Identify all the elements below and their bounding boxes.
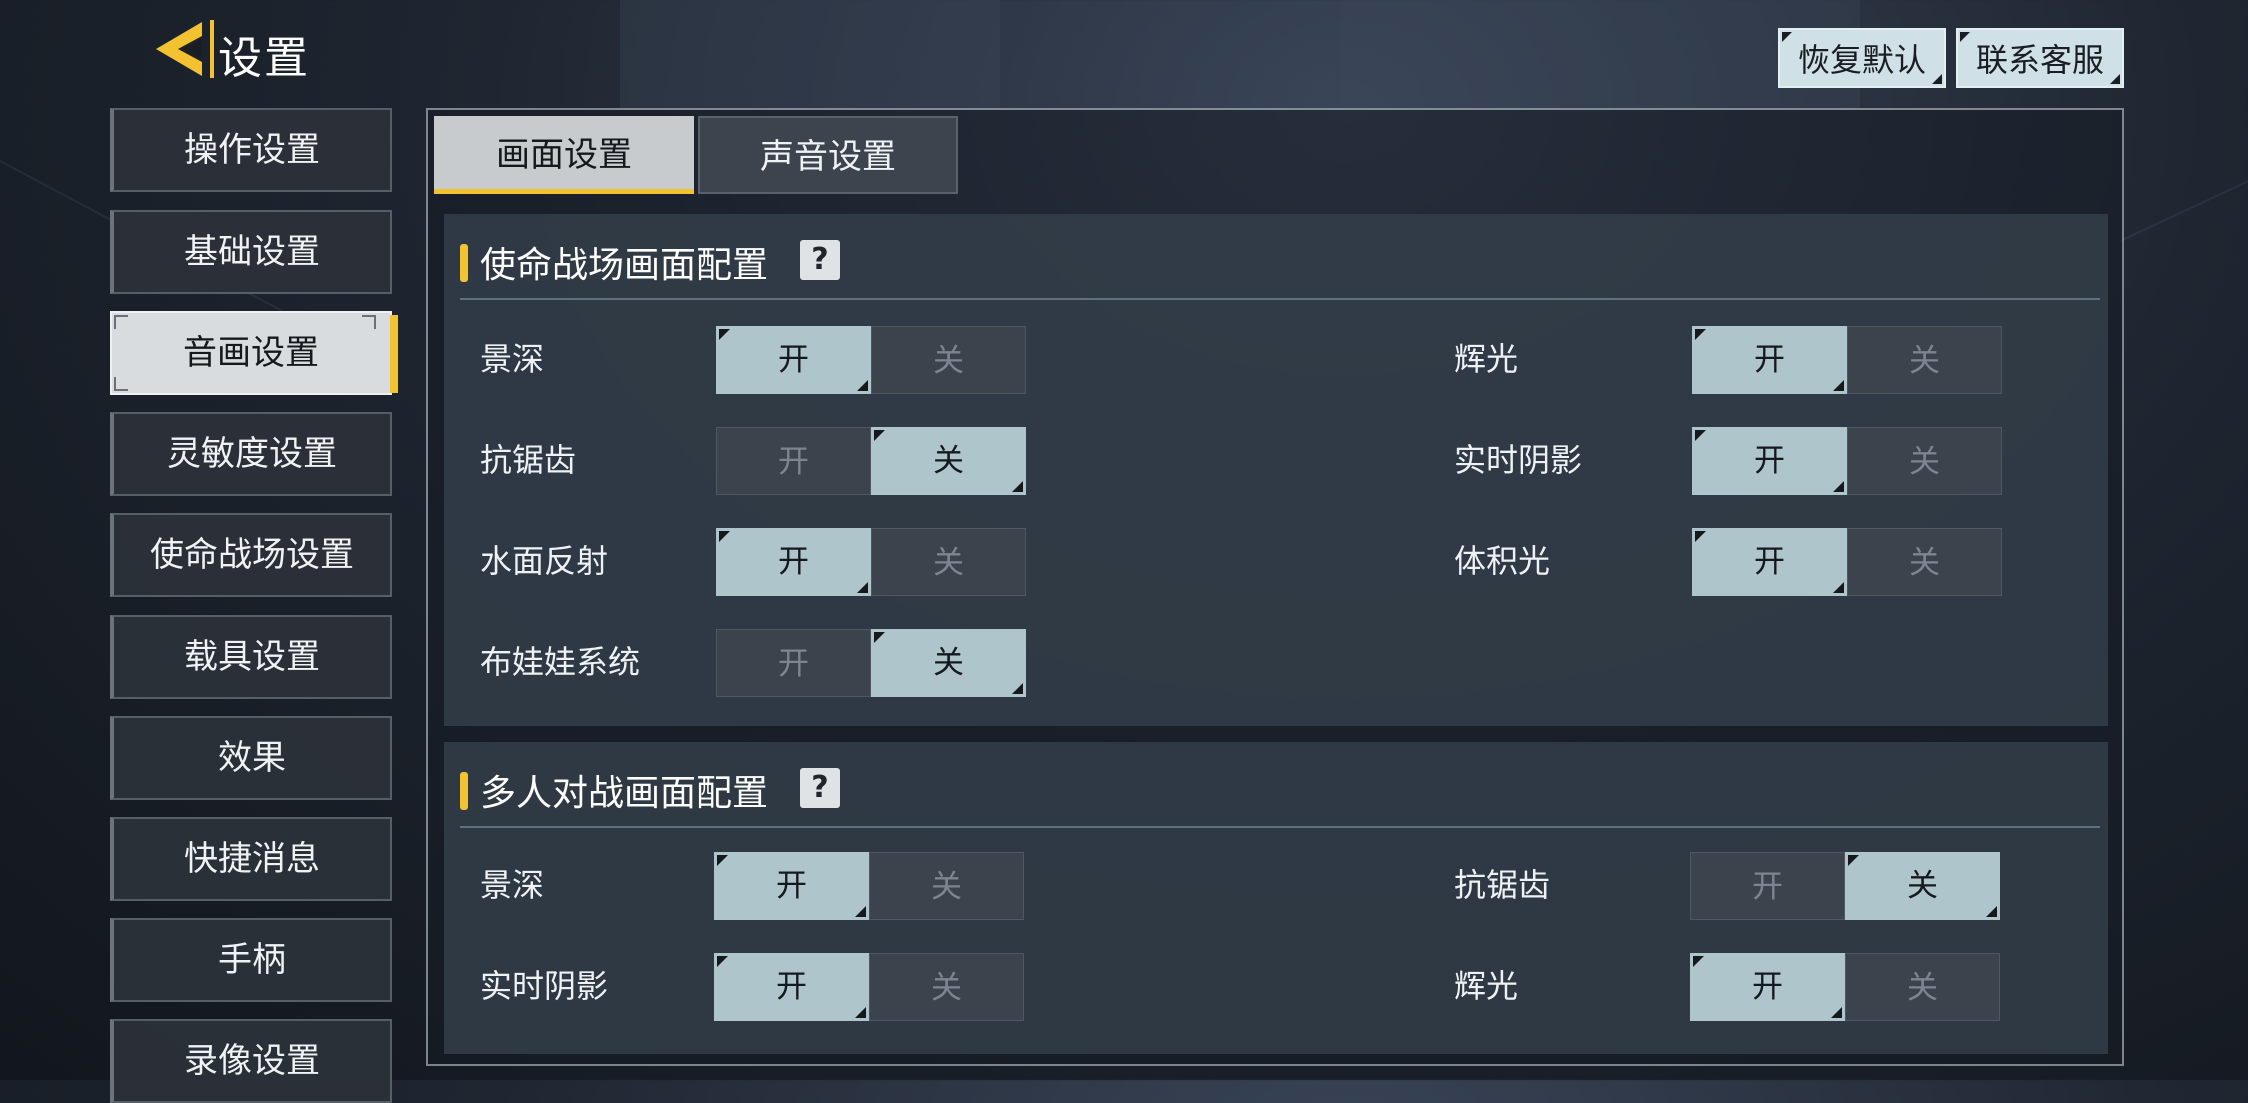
setting-label-realtime-shadow: 实时阴影 xyxy=(1454,441,1583,479)
toggle-water-reflection: 开 关 xyxy=(716,528,1026,596)
setting-label-realtime-shadow: 实时阴影 xyxy=(480,967,609,1005)
sidebar-item-controller[interactable]: 手柄 xyxy=(110,918,392,1002)
sidebar-item-sensitivity[interactable]: 灵敏度设置 xyxy=(110,412,392,496)
toggle-on-option[interactable]: 开 xyxy=(714,852,869,920)
setting-label-volumetric-light: 体积光 xyxy=(1454,542,1551,580)
back-arrow-icon[interactable] xyxy=(150,18,214,80)
toggle-realtime-shadow: 开 关 xyxy=(714,953,1024,1021)
toggle-off-option[interactable]: 关 xyxy=(871,326,1026,394)
toggle-bloom: 开 关 xyxy=(1692,326,2002,394)
sidebar-item-battle-royale[interactable]: 使命战场设置 xyxy=(110,513,392,597)
toggle-on-option[interactable]: 开 xyxy=(1692,427,1847,495)
setting-label-depth-of-field: 景深 xyxy=(480,866,545,904)
tab-sound[interactable]: 声音设置 xyxy=(698,116,958,194)
sidebar-item-audio-video[interactable]: 音画设置 xyxy=(110,311,398,395)
sidebar-item-label: 音画设置 xyxy=(183,333,319,373)
help-icon[interactable]: ? xyxy=(800,768,840,808)
toggle-off-option[interactable]: 关 xyxy=(871,427,1026,495)
toggle-on-option[interactable]: 开 xyxy=(716,427,871,495)
toggle-off-option[interactable]: 关 xyxy=(1847,427,2002,495)
setting-label-bloom: 辉光 xyxy=(1454,967,1519,1005)
help-icon[interactable]: ? xyxy=(800,240,840,280)
active-indicator xyxy=(390,315,398,393)
sidebar-item-recording[interactable]: 录像设置 xyxy=(110,1019,392,1103)
sidebar-item-vehicle[interactable]: 载具设置 xyxy=(110,615,392,699)
sidebar-item-quick-messages[interactable]: 快捷消息 xyxy=(110,817,392,901)
setting-label-ragdoll: 布娃娃系统 xyxy=(480,643,641,681)
sidebar-item-operation[interactable]: 操作设置 xyxy=(110,108,392,192)
section-marker xyxy=(460,772,468,810)
background-line xyxy=(2119,155,2248,242)
toggle-anti-aliasing: 开 关 xyxy=(716,427,1026,495)
section-multiplayer-graphics: 多人对战画面配置 ? 景深 开 关 实时阴影 开 关 抗锯齿 开 关 辉光 开 … xyxy=(444,742,2108,1054)
section-marker xyxy=(460,244,468,282)
title-divider xyxy=(210,20,214,78)
toggle-off-option[interactable]: 关 xyxy=(871,629,1026,697)
toggle-on-option[interactable]: 开 xyxy=(716,528,871,596)
section-title: 使命战场画面配置 xyxy=(480,245,769,286)
toggle-realtime-shadow: 开 关 xyxy=(1692,427,2002,495)
toggle-on-option[interactable]: 开 xyxy=(1690,953,1845,1021)
toggle-off-option[interactable]: 关 xyxy=(1847,528,2002,596)
toggle-off-option[interactable]: 关 xyxy=(869,852,1024,920)
toggle-off-option[interactable]: 关 xyxy=(871,528,1026,596)
toggle-depth-of-field: 开 关 xyxy=(716,326,1026,394)
toggle-on-option[interactable]: 开 xyxy=(716,326,871,394)
setting-label-depth-of-field: 景深 xyxy=(480,340,545,378)
corner-mark xyxy=(114,377,128,391)
toggle-off-option[interactable]: 关 xyxy=(869,953,1024,1021)
toggle-on-option[interactable]: 开 xyxy=(714,953,869,1021)
toggle-anti-aliasing: 开 关 xyxy=(1690,852,2000,920)
toggle-volumetric-light: 开 关 xyxy=(1692,528,2002,596)
toggle-on-option[interactable]: 开 xyxy=(1692,326,1847,394)
toggle-on-option[interactable]: 开 xyxy=(1692,528,1847,596)
toggle-on-option[interactable]: 开 xyxy=(716,629,871,697)
section-battle-royale-graphics: 使命战场画面配置 ? 景深 开 关 抗锯齿 开 关 水面反射 开 关 布娃娃系统… xyxy=(444,214,2108,726)
setting-label-bloom: 辉光 xyxy=(1454,340,1519,378)
tab-graphics[interactable]: 画面设置 xyxy=(434,116,694,194)
setting-label-water-reflection: 水面反射 xyxy=(480,542,609,580)
toggle-off-option[interactable]: 关 xyxy=(1845,953,2000,1021)
toggle-ragdoll: 开 关 xyxy=(716,629,1026,697)
toggle-off-option[interactable]: 关 xyxy=(1845,852,2000,920)
sidebar-item-basic[interactable]: 基础设置 xyxy=(110,210,392,294)
sidebar-item-effects[interactable]: 效果 xyxy=(110,716,392,800)
toggle-depth-of-field: 开 关 xyxy=(714,852,1024,920)
background-panel xyxy=(620,0,1000,110)
toggle-on-option[interactable]: 开 xyxy=(1690,852,1845,920)
section-divider xyxy=(460,826,2100,828)
corner-mark xyxy=(114,315,128,329)
section-title: 多人对战画面配置 xyxy=(480,773,769,814)
setting-label-anti-aliasing: 抗锯齿 xyxy=(1454,866,1551,904)
corner-mark xyxy=(362,315,376,329)
toggle-off-option[interactable]: 关 xyxy=(1847,326,2002,394)
toggle-bloom: 开 关 xyxy=(1690,953,2000,1021)
contact-support-button[interactable]: 联系客服 xyxy=(1956,28,2125,88)
page-title: 设置 xyxy=(218,33,310,84)
settings-panel: 画面设置 声音设置 使命战场画面配置 ? 景深 开 关 抗锯齿 开 关 水面反射… xyxy=(426,108,2124,1066)
restore-default-button[interactable]: 恢复默认 xyxy=(1778,28,1947,88)
setting-label-anti-aliasing: 抗锯齿 xyxy=(480,441,577,479)
section-divider xyxy=(460,298,2100,300)
